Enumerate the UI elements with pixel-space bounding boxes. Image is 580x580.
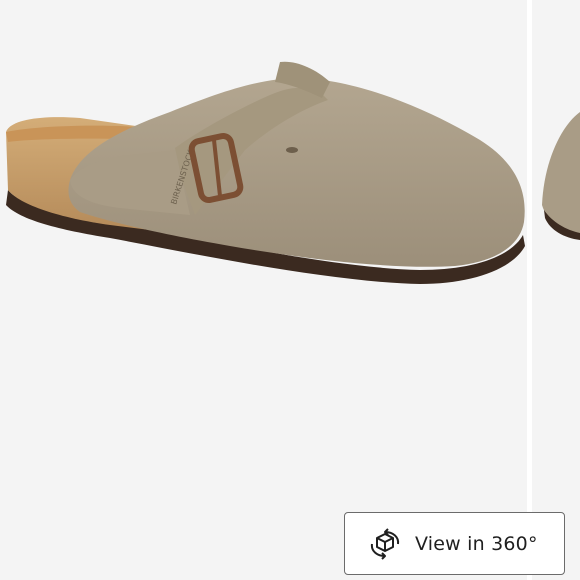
rotate-cube-icon xyxy=(370,527,400,560)
view-360-label: View in 360° xyxy=(415,532,538,555)
clog-image: BIRKENSTOCK xyxy=(6,61,525,284)
strap-hole xyxy=(286,147,298,153)
next-clog-image xyxy=(542,112,580,240)
product-image-carousel[interactable]: BIRKENSTOCK View in 360° xyxy=(0,0,580,580)
view-360-button[interactable]: View in 360° xyxy=(344,512,565,575)
product-image-next-peek[interactable] xyxy=(532,0,580,580)
product-image-main[interactable]: BIRKENSTOCK xyxy=(0,0,527,580)
